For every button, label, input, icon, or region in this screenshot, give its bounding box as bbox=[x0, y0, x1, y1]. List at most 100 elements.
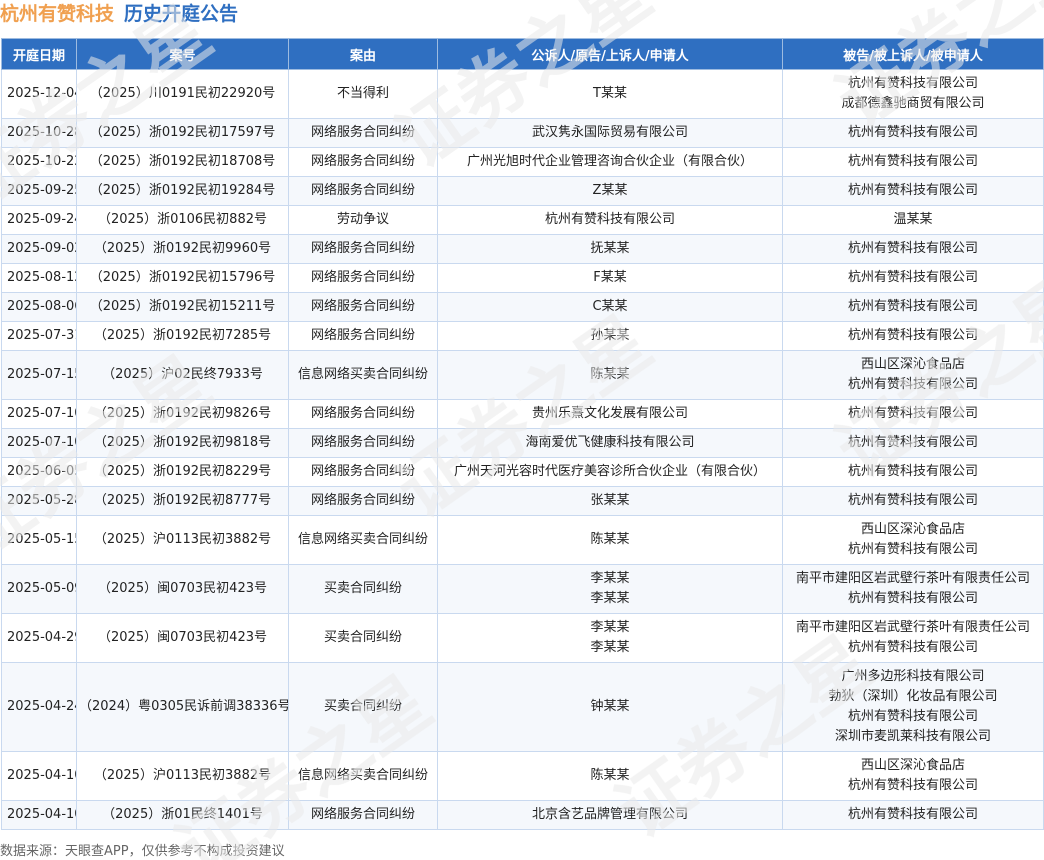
table-header-row: 开庭日期 案号 案由 公诉人/原告/上诉人/申请人 被告/被上诉人/被申请人 bbox=[1, 38, 1044, 70]
cause-cell: 买卖合同纠纷 bbox=[288, 564, 438, 614]
plaintiff-name: 武汉隽永国际贸易有限公司 bbox=[531, 125, 688, 140]
case-number-cell: （2024）粤0305民诉前调38336号 bbox=[76, 662, 289, 752]
case-number-cell: （2025）浙0192民初19284号 bbox=[76, 176, 289, 206]
table-row: 2025-09-25 （2025）浙0192民初19284号 网络服务合同纠纷 Z某某… bbox=[1, 176, 1044, 206]
table-row: 2025-04-10 （2025）沪0113民初3882号 信息网络买卖合同纠纷 陈某… bbox=[1, 751, 1044, 801]
defendants-cell: 杭州有赞科技有限公司 成都德鑫驰商贸有限公司 bbox=[782, 69, 1044, 119]
defendants-cell: 杭州有赞科技有限公司 bbox=[782, 292, 1044, 322]
case-number-cell: （2025）浙0192民初9960号 bbox=[76, 234, 289, 264]
defendants-cell: 南平市建阳区岩武壁行茶叶有限责任公司 杭州有赞科技有限公司 bbox=[782, 613, 1044, 663]
cause-cell: 信息网络买卖合同纠纷 bbox=[288, 751, 438, 801]
defendants-cell: 西山区深沁食品店 杭州有赞科技有限公司 bbox=[782, 515, 1044, 565]
plaintiff-name: 广州天河光容时代医疗美容诊所合伙企业（有限合伙） bbox=[453, 464, 766, 479]
defendants-cell: 温某某 bbox=[782, 205, 1044, 235]
defendant-name: 杭州有赞科技有限公司 bbox=[847, 493, 978, 508]
defendants-cell: 杭州有赞科技有限公司 bbox=[782, 486, 1044, 516]
plaintiffs-cell: 李某某 李某某 bbox=[437, 564, 783, 614]
case-number-cell: （2025）川0191民初22920号 bbox=[76, 69, 289, 119]
cause-cell: 网络服务合同纠纷 bbox=[288, 176, 438, 206]
defendant-name: 杭州有赞科技有限公司 bbox=[847, 778, 978, 793]
defendant-name: 杭州有赞科技有限公司 bbox=[847, 542, 978, 557]
defendant-name: 杭州有赞科技有限公司 bbox=[847, 591, 978, 606]
hearing-date-cell: 2025-07-10 bbox=[1, 399, 77, 429]
defendants-cell: 杭州有赞科技有限公司 bbox=[782, 147, 1044, 177]
plaintiff-name: 李某某 bbox=[590, 620, 630, 635]
case-number-cell: （2025）浙0192民初15211号 bbox=[76, 292, 289, 322]
plaintiffs-cell: Z某某 bbox=[437, 176, 783, 206]
hearing-date-cell: 2025-07-15 bbox=[1, 350, 77, 400]
cause-cell: 买卖合同纠纷 bbox=[288, 662, 438, 752]
cause-cell: 网络服务合同纠纷 bbox=[288, 292, 438, 322]
plaintiff-name: 孙某某 bbox=[590, 328, 630, 343]
cause-cell: 信息网络买卖合同纠纷 bbox=[288, 350, 438, 400]
defendant-name: 西山区深沁食品店 bbox=[860, 357, 965, 372]
defendant-name: 杭州有赞科技有限公司 bbox=[847, 406, 978, 421]
cause-cell: 买卖合同纠纷 bbox=[288, 613, 438, 663]
plaintiffs-cell: C某某 bbox=[437, 292, 783, 322]
plaintiff-name: 贵州乐熹文化发展有限公司 bbox=[531, 406, 688, 421]
defendants-cell: 杭州有赞科技有限公司 bbox=[782, 118, 1044, 148]
case-number-cell: （2025）闽0703民初423号 bbox=[76, 564, 289, 614]
column-header-plaintiffs: 公诉人/原告/上诉人/申请人 bbox=[437, 38, 783, 70]
defendants-cell: 西山区深沁食品店 杭州有赞科技有限公司 bbox=[782, 350, 1044, 400]
plaintiffs-cell: 陈某某 bbox=[437, 350, 783, 400]
case-number-cell: （2025）浙0192民初9826号 bbox=[76, 399, 289, 429]
cause-cell: 网络服务合同纠纷 bbox=[288, 147, 438, 177]
table-row: 2025-07-15 （2025）沪02民终7933号 信息网络买卖合同纠纷 陈某某 西… bbox=[1, 350, 1044, 400]
plaintiffs-cell: 陈某某 bbox=[437, 751, 783, 801]
table-row: 2025-04-29 （2025）闽0703民初423号 买卖合同纠纷 李某某 李某某南… bbox=[1, 613, 1044, 663]
hearing-date-cell: 2025-08-06 bbox=[1, 292, 77, 322]
defendant-name: 杭州有赞科技有限公司 bbox=[847, 807, 978, 822]
defendants-cell: 广州多边形科技有限公司 勃狄（深圳）化妆品有限公司 杭州有赞科技有限公司 深圳市麦凯莱… bbox=[782, 662, 1044, 752]
plaintiff-name: Z某某 bbox=[592, 183, 628, 198]
plaintiffs-cell: 武汉隽永国际贸易有限公司 bbox=[437, 118, 783, 148]
plaintiff-name: 陈某某 bbox=[590, 768, 630, 783]
defendants-cell: 杭州有赞科技有限公司 bbox=[782, 234, 1044, 264]
hearing-date-cell: 2025-12-04 bbox=[1, 69, 77, 119]
plaintiffs-cell: 钟某某 bbox=[437, 662, 783, 752]
table-row: 2025-05-28 （2025）浙0192民初8777号 网络服务合同纠纷 张某某 杭… bbox=[1, 486, 1044, 516]
hearing-date-cell: 2025-05-09 bbox=[1, 564, 77, 614]
case-number-cell: （2025）沪0113民初3882号 bbox=[76, 751, 289, 801]
case-number-cell: （2025）浙0192民初15796号 bbox=[76, 263, 289, 293]
defendant-name: 杭州有赞科技有限公司 bbox=[847, 183, 978, 198]
defendant-name: 广州多边形科技有限公司 bbox=[841, 669, 985, 684]
hearing-date-cell: 2025-09-24 bbox=[1, 205, 77, 235]
data-source-note: 数据来源：天眼查APP，仅供参考不构成投资建议 bbox=[0, 844, 285, 859]
cause-cell: 网络服务合同纠纷 bbox=[288, 428, 438, 458]
cause-cell: 网络服务合同纠纷 bbox=[288, 486, 438, 516]
cause-cell: 网络服务合同纠纷 bbox=[288, 399, 438, 429]
table-row: 2025-04-24 （2024）粤0305民诉前调38336号 买卖合同纠纷 钟某某… bbox=[1, 662, 1044, 752]
plaintiff-name: 海南爱优飞健康科技有限公司 bbox=[525, 435, 695, 450]
column-header-case-number: 案号 bbox=[76, 38, 289, 70]
defendant-name: 南平市建阳区岩武壁行茶叶有限责任公司 bbox=[795, 571, 1030, 586]
hearing-date-cell: 2025-07-10 bbox=[1, 428, 77, 458]
case-number-cell: （2025）浙0192民初9818号 bbox=[76, 428, 289, 458]
cause-cell: 网络服务合同纠纷 bbox=[288, 457, 438, 487]
plaintiffs-cell: 北京含艺品牌管理有限公司 bbox=[437, 800, 783, 830]
defendant-name: 勃狄（深圳）化妆品有限公司 bbox=[828, 689, 998, 704]
hearing-date-cell: 2025-04-24 bbox=[1, 662, 77, 752]
defendants-cell: 杭州有赞科技有限公司 bbox=[782, 176, 1044, 206]
page-title: 历史开庭公告 bbox=[124, 3, 239, 25]
defendant-name: 杭州有赞科技有限公司 bbox=[847, 709, 978, 724]
defendant-name: 杭州有赞科技有限公司 bbox=[847, 299, 978, 314]
hearing-date-cell: 2025-05-15 bbox=[1, 515, 77, 565]
defendant-name: 杭州有赞科技有限公司 bbox=[847, 328, 978, 343]
defendant-name: 成都德鑫驰商贸有限公司 bbox=[841, 96, 985, 111]
hearing-date-cell: 2025-08-12 bbox=[1, 263, 77, 293]
defendants-cell: 杭州有赞科技有限公司 bbox=[782, 321, 1044, 351]
defendant-name: 杭州有赞科技有限公司 bbox=[847, 435, 978, 450]
plaintiffs-cell: 贵州乐熹文化发展有限公司 bbox=[437, 399, 783, 429]
defendants-cell: 西山区深沁食品店 杭州有赞科技有限公司 bbox=[782, 751, 1044, 801]
hearing-date-cell: 2025-09-25 bbox=[1, 176, 77, 206]
plaintiffs-cell: 广州光旭时代企业管理咨询合伙企业（有限合伙） bbox=[437, 147, 783, 177]
table-row: 2025-05-15 （2025）沪0113民初3882号 信息网络买卖合同纠纷 陈某… bbox=[1, 515, 1044, 565]
column-header-cause: 案由 bbox=[288, 38, 438, 70]
case-number-cell: （2025）浙0106民初882号 bbox=[76, 205, 289, 235]
plaintiff-name: 北京含艺品牌管理有限公司 bbox=[531, 807, 688, 822]
defendants-cell: 杭州有赞科技有限公司 bbox=[782, 263, 1044, 293]
table-row: 2025-05-09 （2025）闽0703民初423号 买卖合同纠纷 李某某 李某某南… bbox=[1, 564, 1044, 614]
hearing-date-cell: 2025-10-28 bbox=[1, 118, 77, 148]
plaintiffs-cell: 抚某某 bbox=[437, 234, 783, 264]
